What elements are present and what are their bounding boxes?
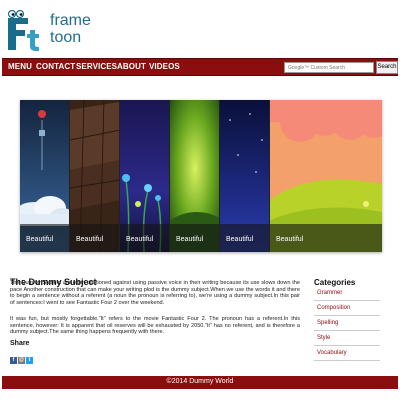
- slide-caption: Beautiful: [76, 236, 104, 243]
- nav-item-services[interactable]: SERVICES: [76, 62, 117, 71]
- slide-2[interactable]: Beautiful: [70, 100, 120, 252]
- category-link-vocabulary[interactable]: Vocabulary: [314, 346, 380, 361]
- image-slider: Beautiful Beautiful Beautiful Beautiful …: [20, 100, 382, 252]
- facebook-icon[interactable]: f: [10, 357, 17, 364]
- slide-6[interactable]: Beautiful: [270, 100, 382, 252]
- twitter-icon[interactable]: t: [26, 357, 33, 364]
- slide-3[interactable]: Beautiful: [120, 100, 170, 252]
- main-navbar: MENU CONTACT SERVICES ABOUT VIDEOS Searc…: [2, 58, 398, 76]
- content-title: The Dummy Subject: [10, 277, 97, 287]
- search-input[interactable]: [284, 62, 374, 73]
- nav-item-about[interactable]: ABOUT: [117, 62, 146, 71]
- slide-caption: Beautiful: [176, 236, 204, 243]
- nav-item-contact[interactable]: CONTACT: [36, 62, 75, 71]
- logo-line-2: toon: [50, 29, 82, 46]
- logo-text: frame toon: [50, 12, 91, 46]
- slide-caption: Beautiful: [26, 236, 54, 243]
- email-icon[interactable]: @: [18, 357, 25, 364]
- slide-caption: Beautiful: [226, 236, 254, 243]
- footer: ©2014 Dummy World: [2, 376, 398, 389]
- share-icons: f @ t: [10, 348, 34, 364]
- category-link-composition[interactable]: Composition: [314, 301, 380, 316]
- page: frame toon MENU CONTACT SERVICES ABOUT V…: [0, 0, 400, 400]
- slide-4[interactable]: Beautiful: [170, 100, 220, 252]
- slide-caption: Beautiful: [276, 236, 304, 243]
- slide-1[interactable]: Beautiful: [20, 100, 70, 252]
- nav-item-menu[interactable]: MENU: [8, 62, 32, 71]
- category-link-style[interactable]: Style: [314, 331, 380, 346]
- footer-copyright: ©2014 Dummy World: [166, 378, 234, 385]
- slide-caption: Beautiful: [126, 236, 154, 243]
- category-link-grammer[interactable]: Grammer: [314, 286, 380, 301]
- share-label: Share: [10, 340, 30, 347]
- site-logo[interactable]: frame toon: [6, 6, 96, 52]
- slide-5[interactable]: Beautiful: [220, 100, 270, 252]
- logo-line-1: frame: [50, 12, 91, 29]
- category-link-spelling[interactable]: Spelling: [314, 316, 380, 331]
- content-paragraph-2: It was fun, but mostly forgettable.“It” …: [10, 316, 300, 336]
- search-button[interactable]: Search: [376, 61, 398, 74]
- logo-ft-icon: [7, 10, 39, 51]
- nav-item-videos[interactable]: VIDEOS: [149, 62, 180, 71]
